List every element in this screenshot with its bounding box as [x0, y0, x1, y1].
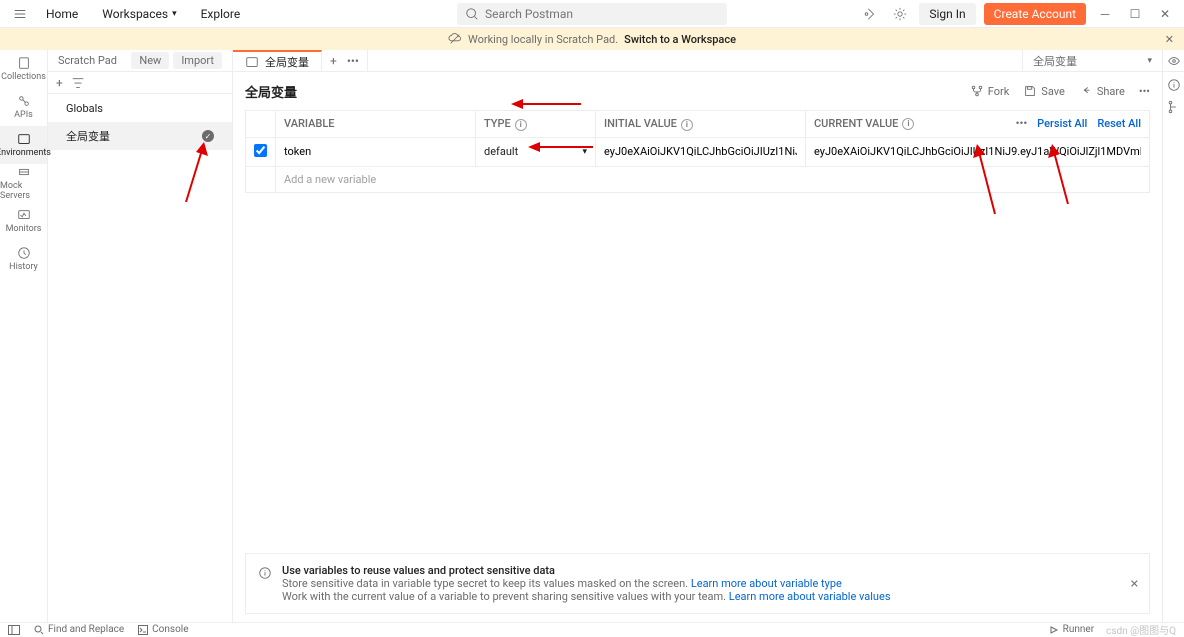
- find-replace-button[interactable]: Find and Replace: [34, 624, 124, 635]
- signin-button[interactable]: Sign In: [919, 3, 975, 25]
- side-mocks[interactable]: Mock Servers: [0, 164, 47, 202]
- info-notice: Use variables to reuse values and protec…: [245, 553, 1150, 614]
- th-initial: INITIAL VALUEi: [596, 111, 806, 138]
- tab-env[interactable]: 全局变量: [233, 50, 322, 71]
- th-variable: VARIABLE: [276, 111, 476, 138]
- env-row-active[interactable]: 全局变量 ✓: [48, 122, 232, 150]
- side-monitors[interactable]: Monitors: [0, 202, 47, 240]
- environment-selector[interactable]: 全局变量 ▾: [1022, 50, 1162, 71]
- th-type: TYPEi: [476, 111, 596, 138]
- search-icon: [465, 7, 479, 21]
- fork-button[interactable]: Fork: [970, 84, 1010, 98]
- th-current: CURRENT VALUEi ••• Persist All Reset All: [806, 111, 1150, 138]
- invite-icon[interactable]: [859, 3, 881, 25]
- learn-values-link[interactable]: Learn more about variable values: [729, 590, 891, 603]
- console-button[interactable]: Console: [138, 624, 188, 635]
- globals-row[interactable]: Globals: [48, 94, 232, 122]
- window-close[interactable]: ✕: [1154, 3, 1176, 25]
- add-variable-row[interactable]: Add a new variable: [246, 166, 1150, 192]
- side-apis[interactable]: APIs: [0, 88, 47, 126]
- notice-close[interactable]: ✕: [1130, 577, 1139, 590]
- window-minimize[interactable]: ─: [1094, 3, 1116, 25]
- search-input[interactable]: [485, 7, 719, 21]
- info-icon[interactable]: i: [902, 118, 914, 130]
- new-tab-icon[interactable]: +: [330, 54, 337, 68]
- nav-explore[interactable]: Explore: [191, 3, 251, 25]
- search-input-wrap[interactable]: [457, 3, 727, 25]
- learn-type-link[interactable]: Learn more about variable type: [691, 577, 842, 590]
- window-maximize[interactable]: ☐: [1124, 3, 1146, 25]
- chevron-down-icon: ▾: [1147, 56, 1152, 66]
- create-env-icon[interactable]: +: [56, 76, 63, 90]
- settings-icon[interactable]: [889, 3, 911, 25]
- banner-text: Working locally in Scratch Pad.: [468, 33, 618, 46]
- create-account-button[interactable]: Create Account: [984, 3, 1086, 25]
- save-button[interactable]: Save: [1023, 84, 1065, 98]
- scratch-title: Scratch Pad: [58, 54, 117, 67]
- more-options-icon[interactable]: •••: [1139, 85, 1150, 98]
- sidebar-toggle-icon[interactable]: [8, 625, 20, 635]
- variables-table: VARIABLE TYPEi INITIAL VALUEi CURRENT VA…: [245, 110, 1150, 193]
- variable-name-input[interactable]: [284, 145, 467, 158]
- side-environments[interactable]: Environments: [0, 126, 47, 164]
- info-icon: [258, 566, 272, 580]
- scratch-banner: Working locally in Scratch Pad. Switch t…: [0, 28, 1184, 50]
- row-options-icon[interactable]: •••: [1016, 117, 1028, 130]
- watermark: csdn @图图与Q: [1106, 622, 1176, 637]
- hamburger-icon[interactable]: [8, 2, 32, 26]
- tab-options-icon[interactable]: •••: [347, 54, 359, 68]
- share-button[interactable]: Share: [1079, 84, 1125, 98]
- current-value-input[interactable]: [814, 145, 1141, 158]
- page-title: 全局变量: [245, 82, 297, 101]
- import-button[interactable]: Import: [173, 52, 222, 69]
- chevron-down-icon[interactable]: ▾: [582, 147, 587, 157]
- info-icon[interactable]: i: [681, 119, 693, 131]
- side-collections[interactable]: Collections: [0, 50, 47, 88]
- new-button[interactable]: New: [131, 52, 169, 69]
- reset-all-button[interactable]: Reset All: [1097, 117, 1141, 130]
- initial-value-input[interactable]: [604, 145, 797, 158]
- quick-look-icon[interactable]: [1162, 50, 1184, 71]
- chevron-down-icon: ▾: [172, 9, 177, 19]
- banner-close[interactable]: ✕: [1165, 33, 1174, 46]
- info-panel-icon[interactable]: [1167, 78, 1181, 92]
- cloud-off-icon: [448, 32, 462, 46]
- active-check-icon: ✓: [202, 130, 214, 142]
- nav-workspaces-label: Workspaces: [102, 7, 168, 21]
- filter-icon[interactable]: [71, 76, 85, 90]
- banner-link[interactable]: Switch to a Workspace: [624, 33, 736, 46]
- runner-button[interactable]: Runner: [1049, 622, 1094, 637]
- side-history[interactable]: History: [0, 240, 47, 278]
- row-checkbox[interactable]: [254, 144, 267, 157]
- changelog-icon[interactable]: [1167, 100, 1181, 114]
- env-icon: [245, 55, 259, 69]
- info-icon[interactable]: i: [515, 119, 527, 131]
- nav-home[interactable]: Home: [36, 3, 88, 25]
- nav-workspaces[interactable]: Workspaces ▾: [92, 3, 186, 25]
- persist-all-button[interactable]: Persist All: [1037, 117, 1087, 130]
- table-row[interactable]: default▾: [246, 137, 1150, 166]
